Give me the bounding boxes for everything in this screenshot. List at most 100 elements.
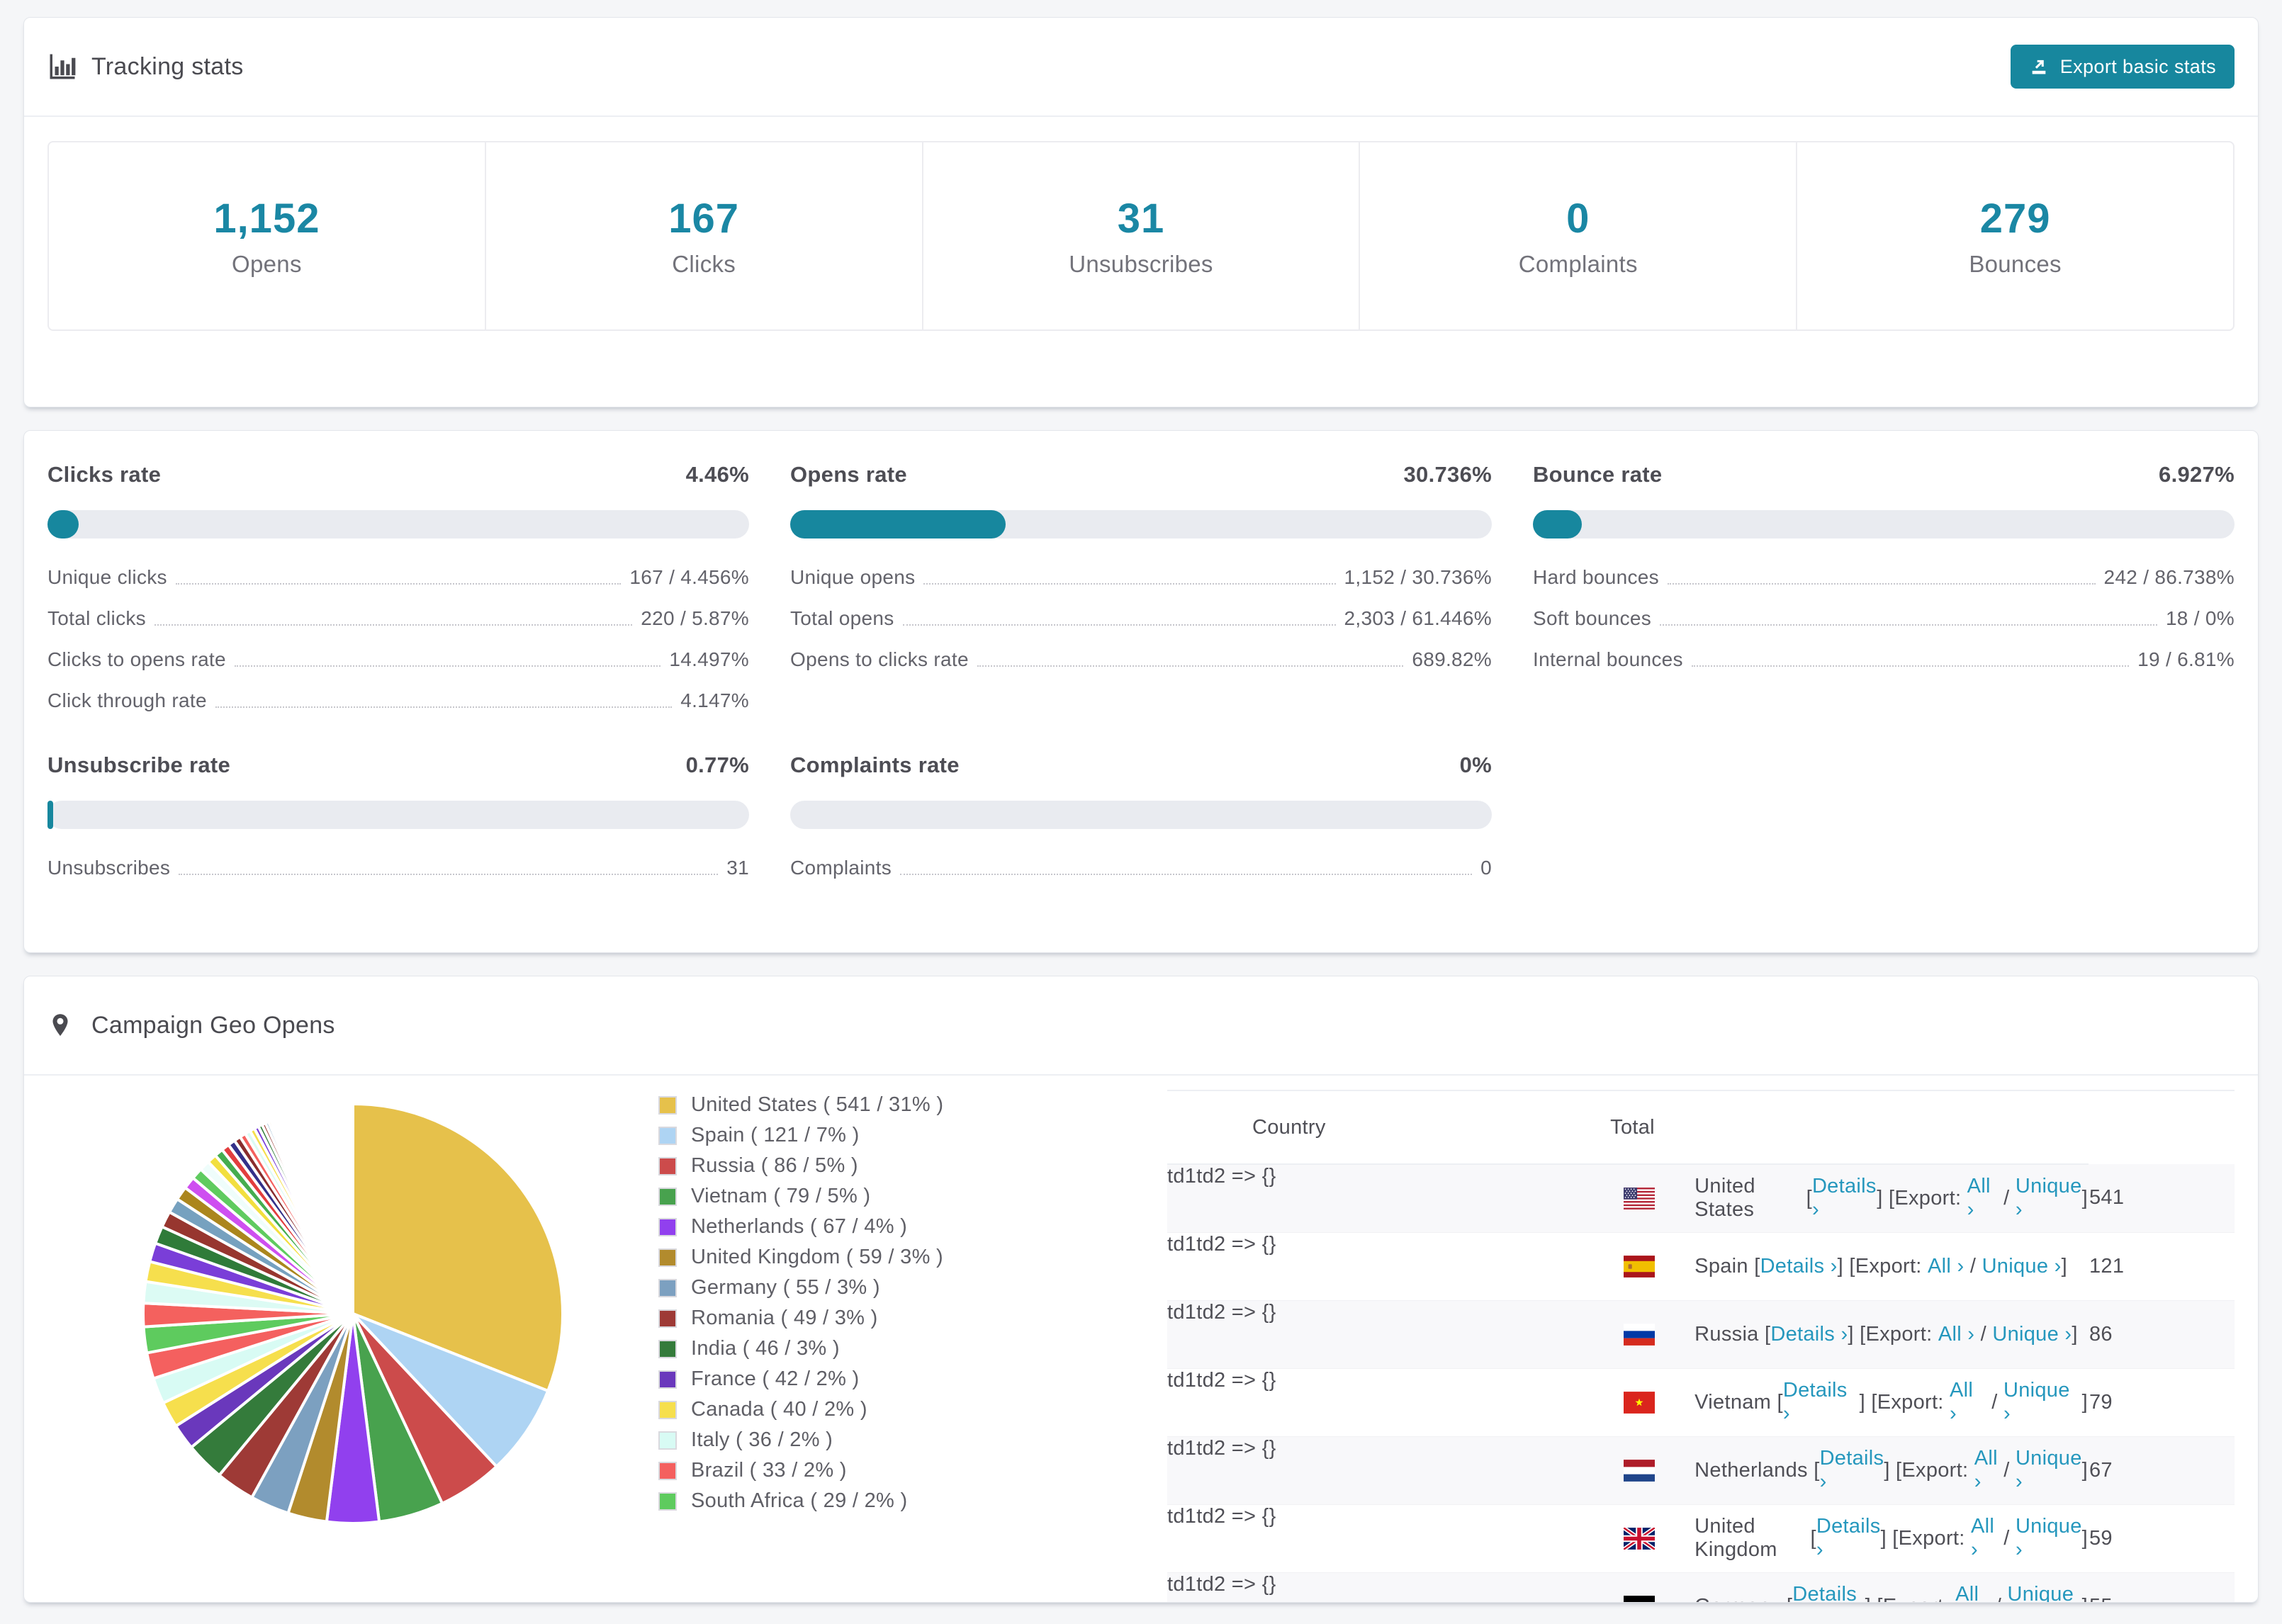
geo-table-row: td1td2 => {} Netherlands [Details ›] [Exp…: [1167, 1436, 2235, 1504]
geo-table-row: td1td2 => {} Russia [Details ›] [Export: …: [1167, 1300, 2235, 1368]
rate-progress-track: [47, 801, 749, 829]
country-cell-content: Vietnam [Details ›] [Export: All › / Uni…: [1624, 1379, 2088, 1426]
export-button-label: Export basic stats: [2059, 55, 2216, 77]
export-icon: [2029, 57, 2049, 77]
legend-label: Germany ( 55 / 3% ): [691, 1276, 880, 1299]
geo-table-row: td1td2 => {} United States [Details ›] [E…: [1167, 1164, 2235, 1232]
rates-card: Clicks rate 4.46% Unique clicks 167 / 4.456…: [23, 430, 2259, 953]
country-cell-content: United Kingdom [Details ›] [Export: All …: [1624, 1515, 2088, 1562]
rates-grid: Clicks rate 4.46% Unique clicks 167 / 4.456…: [47, 459, 2235, 889]
us-flag-icon: [1624, 1187, 1656, 1209]
country-name: Germany: [1694, 1595, 1780, 1603]
export-all-link[interactable]: All ›: [1955, 1583, 1989, 1602]
detail-label: Click through rate: [47, 689, 207, 711]
table-text: ]: [2081, 1526, 2088, 1550]
stat-value: 167: [668, 195, 740, 242]
table-text: ] [Export:: [1848, 1322, 1938, 1346]
details-link[interactable]: Details ›: [1812, 1175, 1877, 1222]
table-text: ] [Export:: [1837, 1254, 1928, 1278]
detail-value: 167 / 4.456%: [629, 566, 749, 588]
legend-swatch: [658, 1431, 677, 1450]
detail-value: 14.497%: [669, 648, 749, 670]
country-name: Spain: [1694, 1254, 1748, 1278]
export-unique-link[interactable]: Unique ›: [1982, 1255, 2062, 1278]
country-name: Netherlands: [1694, 1458, 1808, 1482]
details-link[interactable]: Details ›: [1783, 1379, 1860, 1426]
dotted-leader: [977, 665, 1404, 667]
table-text: [: [1804, 1526, 1816, 1550]
details-link[interactable]: Details ›: [1816, 1515, 1881, 1562]
rate-title: Opens rate: [790, 462, 907, 487]
legend-swatch: [658, 1187, 677, 1206]
dotted-leader: [1691, 665, 2130, 667]
export-unique-link[interactable]: Unique ›: [1992, 1323, 2072, 1346]
rate-detail-rows: Unique opens 1,152 / 30.736% Total opens 2,…: [790, 557, 1492, 680]
rate-progress-fill: [1533, 510, 1582, 538]
legend-label: South Africa ( 29 / 2% ): [691, 1489, 908, 1512]
stat-value: 279: [1979, 195, 2051, 242]
details-link[interactable]: Details ›: [1792, 1583, 1865, 1602]
country-cell: Vietnam [Details ›] [Export: All › / Uni…: [1609, 1368, 2089, 1436]
dashboard-page: Tracking stats Export basic stats 1,152 O…: [0, 0, 2282, 1603]
stat-label: Opens: [232, 250, 302, 277]
detail-label: Total clicks: [47, 607, 146, 629]
detail-value: 2,303 / 61.446%: [1344, 607, 1492, 629]
country-cell: United Kingdom [Details ›] [Export: All …: [1609, 1504, 2089, 1572]
country-name: United Kingdom: [1694, 1515, 1777, 1561]
rate-detail-row: Unique opens 1,152 / 30.736%: [790, 557, 1492, 598]
export-unique-link[interactable]: Unique ›: [2016, 1175, 2082, 1222]
legend-item: Russia ( 86 / 5% ): [658, 1151, 1146, 1181]
legend-item: India ( 46 / 3% ): [658, 1333, 1146, 1364]
export-all-link[interactable]: All ›: [1967, 1175, 1998, 1222]
rate-detail-row: Total opens 2,303 / 61.446%: [790, 598, 1492, 639]
legend-item: Italy ( 36 / 2% ): [658, 1425, 1146, 1455]
table-text: /: [1997, 1458, 2016, 1482]
export-unique-link[interactable]: Unique ›: [2003, 1379, 2082, 1426]
table-text: ]: [2081, 1458, 2088, 1482]
export-all-link[interactable]: All ›: [1971, 1515, 1998, 1562]
details-link[interactable]: Details ›: [1820, 1447, 1884, 1494]
detail-label: Soft bounces: [1533, 607, 1652, 629]
rate-detail-row: Soft bounces 18 / 0%: [1533, 598, 2235, 639]
export-all-link[interactable]: All ›: [1950, 1379, 1986, 1426]
export-all-link[interactable]: All ›: [1928, 1255, 1964, 1278]
country-cell-content: Spain [Details ›] [Export: All › / Uniqu…: [1624, 1255, 2088, 1278]
es-flag-icon: [1624, 1255, 1656, 1278]
legend-label: Italy ( 36 / 2% ): [691, 1428, 833, 1451]
table-text: /: [1989, 1595, 2007, 1603]
detail-value: 1,152 / 30.736%: [1344, 566, 1492, 588]
export-unique-link[interactable]: Unique ›: [2007, 1583, 2081, 1602]
export-unique-link[interactable]: Unique ›: [2016, 1447, 2082, 1494]
total-cell: 55: [2089, 1572, 2235, 1603]
export-unique-link[interactable]: Unique ›: [2016, 1515, 2082, 1562]
detail-label: Total opens: [790, 607, 894, 629]
rate-detail-rows: Hard bounces 242 / 86.738% Soft bounces 18 …: [1533, 557, 2235, 680]
geo-table-row: td1td2 => {} Vietnam [Details ›] [Export:…: [1167, 1368, 2235, 1436]
rate-title: Complaints rate: [790, 752, 960, 777]
rate-detail-row: Unsubscribes 31: [47, 847, 749, 889]
table-text: /: [1985, 1390, 2003, 1414]
nl-flag-icon: [1624, 1459, 1656, 1482]
export-all-link[interactable]: All ›: [1974, 1447, 1998, 1494]
table-text: ]: [2061, 1254, 2067, 1278]
country-name: Russia: [1694, 1322, 1759, 1346]
table-text: [: [1781, 1595, 1793, 1603]
detail-value: 4.147%: [680, 689, 749, 711]
export-basic-stats-button[interactable]: Export basic stats: [2010, 45, 2235, 89]
geo-pie-chart: [47, 1076, 658, 1533]
rate-title: Unsubscribe rate: [47, 752, 231, 777]
detail-label: Hard bounces: [1533, 566, 1659, 588]
details-link[interactable]: Details ›: [1760, 1255, 1838, 1278]
country-cell: Russia [Details ›] [Export: All › / Uniq…: [1609, 1300, 2089, 1368]
geo-table-row: td1td2 => {} United Kingdom [Details ›] […: [1167, 1504, 2235, 1572]
geo-table-row: td1td2 => {}Germany [Details ›] [Export:…: [1167, 1572, 2235, 1603]
legend-item: France ( 42 / 2% ): [658, 1364, 1146, 1394]
stat-box-bounces: 279 Bounces: [1796, 142, 2233, 329]
stat-label: Clicks: [672, 250, 736, 277]
details-link[interactable]: Details ›: [1770, 1323, 1848, 1346]
detail-label: Clicks to opens rate: [47, 648, 226, 670]
legend-label: Canada ( 40 / 2% ): [691, 1398, 867, 1421]
export-all-link[interactable]: All ›: [1938, 1323, 1974, 1346]
legend-swatch: [658, 1400, 677, 1419]
rate-header: Unsubscribe rate 0.77%: [47, 750, 749, 779]
